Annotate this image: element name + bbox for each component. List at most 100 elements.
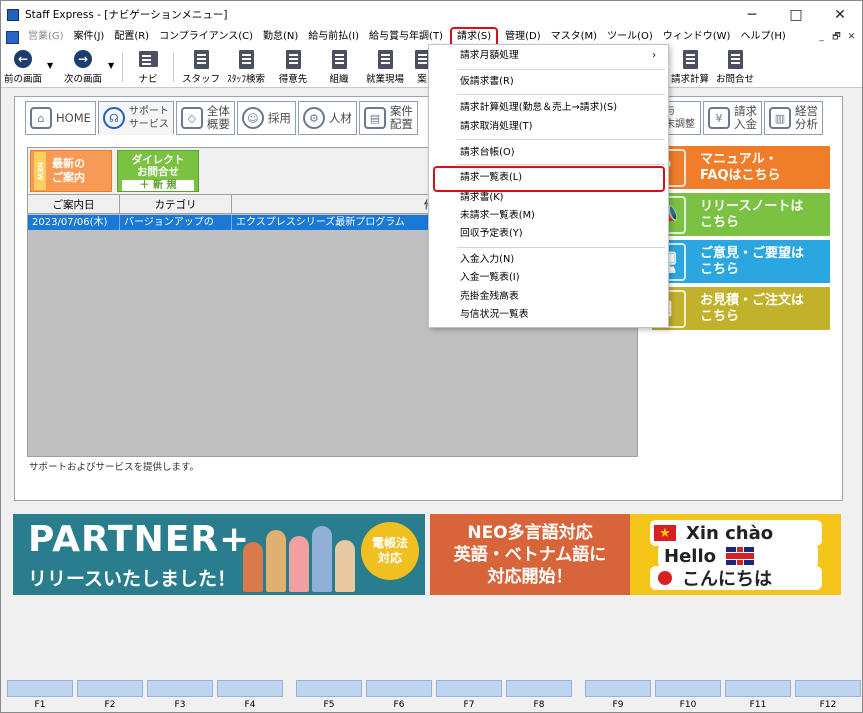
menu-item-invoice[interactable]: 請求書(K) — [429, 189, 668, 207]
menu-item-monthly-billing[interactable]: 請求月額処理 › — [429, 47, 668, 65]
tab-talent-label: 人材 — [328, 111, 352, 125]
column-header-category[interactable]: カテゴリ — [120, 195, 232, 213]
tab-case-placement[interactable]: ▤ 案件 配置 — [358, 101, 418, 135]
direct-inquiry-new: ＋ 新 規 — [122, 180, 194, 191]
close-button[interactable]: ✕ — [818, 1, 862, 28]
tab-talent[interactable]: ⚙ 人材 — [297, 101, 357, 135]
menu-item-billing-ledger[interactable]: 請求台帳(O) — [429, 144, 668, 162]
f7-key[interactable]: F7 — [436, 680, 502, 712]
f6-key[interactable]: F6 — [366, 680, 432, 712]
chevron-down-icon[interactable]: ▼ — [47, 61, 53, 70]
billing-calc-button[interactable]: 請求計算 — [669, 49, 711, 85]
maximize-button[interactable]: □ — [774, 1, 818, 28]
feedback-banner[interactable]: 🖥 ご意見・ご要望はこちら — [652, 240, 830, 283]
menu-case[interactable]: 案件(J) — [69, 28, 110, 46]
f2-key[interactable]: F2 — [77, 680, 143, 712]
staff-button[interactable]: スタッフ — [181, 49, 221, 85]
tab-case-placement-label: 案件 配置 — [389, 104, 413, 131]
mdi-minimize-button[interactable]: _ — [815, 30, 828, 43]
f8-key[interactable]: F8 — [506, 680, 572, 712]
organization-button[interactable]: 組織 — [321, 49, 357, 85]
next-screen-button[interactable]: → 次の画面 — [61, 49, 105, 85]
f9-key[interactable]: F9 — [585, 680, 651, 712]
neo-banner-text: NEO多言語対応 英語・ベトナム語に 対応開始！ — [453, 523, 607, 587]
arrow-left-icon: ← — [14, 50, 32, 68]
f1-key[interactable]: F1 — [7, 680, 73, 712]
menu-item-billing-cancel[interactable]: 請求取消処理(T) — [429, 118, 668, 136]
case-button[interactable]: 案 — [414, 49, 430, 85]
minimize-button[interactable]: ─ — [730, 1, 774, 28]
menu-item-collection-schedule[interactable]: 回収予定表(Y) — [429, 225, 668, 243]
tab-home[interactable]: ⌂ HOME — [25, 101, 96, 135]
inquiry-button[interactable]: お問合せ — [715, 49, 755, 85]
f11-key[interactable]: F11 — [725, 680, 791, 712]
people-illustration — [243, 518, 363, 592]
mdi-controls: _ 🗗 ✕ — [815, 30, 858, 43]
menu-item-billing-calc[interactable]: 請求計算処理(勤怠＆売上→請求)(S) — [429, 99, 668, 117]
menu-sales[interactable]: 営業(G) — [23, 28, 69, 46]
vietnam-flag-icon: ★ — [654, 525, 676, 541]
menu-help[interactable]: ヘルプ(H) — [735, 28, 790, 46]
overview-icon: ◇ — [180, 107, 203, 129]
menu-item-payment-entry[interactable]: 入金入力(N) — [429, 251, 668, 269]
tab-overview[interactable]: ◇ 全体 概要 — [175, 101, 235, 135]
tab-support[interactable]: ☊ サポート サービス — [97, 101, 174, 135]
menu-item-receivable-balance[interactable]: 売掛金残高表 — [429, 288, 668, 306]
manual-faq-banner[interactable]: ? マニュアル・FAQはこちら — [652, 146, 830, 189]
menu-compliance[interactable]: コンプライアンス(C) — [154, 28, 258, 46]
mdi-close-button[interactable]: ✕ — [845, 30, 858, 43]
worksite-button[interactable]: 就業現場 — [363, 49, 407, 85]
menu-item-unbilled-list[interactable]: 未請求一覧表(M) — [429, 207, 668, 225]
f12-key[interactable]: F12 — [795, 680, 861, 712]
direct-inquiry-line2: お問合せ — [137, 166, 179, 178]
chevron-down-icon[interactable]: ▼ — [108, 61, 114, 70]
latest-news-button[interactable]: NEW 最新の ご案内 — [30, 150, 112, 192]
yen-icon: ¥ — [708, 107, 730, 129]
next-screen-label: 次の画面 — [63, 74, 102, 85]
neo-multilingual-banner[interactable]: NEO多言語対応 英語・ベトナム語に 対応開始！ ★ Xin chào Hello… — [430, 514, 841, 595]
cell-date: 2023/07/06(木) — [28, 215, 120, 230]
menu-item-payment-list[interactable]: 入金一覧表(I) — [429, 269, 668, 287]
f10-key[interactable]: F10 — [655, 680, 721, 712]
f4-key[interactable]: F4 — [217, 680, 283, 712]
gear-person-icon: ⚙ — [302, 107, 325, 129]
menu-item-credit-status[interactable]: 与信状況一覧表 — [429, 306, 668, 324]
menu-item-billing-list[interactable]: 請求一覧表(L) — [433, 166, 665, 192]
menu-placement[interactable]: 配置(R) — [109, 28, 154, 46]
column-header-date[interactable]: ご案内日 — [28, 195, 120, 213]
menu-window[interactable]: ウィンドウ(W) — [658, 28, 736, 46]
f3-key[interactable]: F3 — [147, 680, 213, 712]
menu-item-provisional-invoice[interactable]: 仮請求書(R) — [429, 73, 668, 91]
menu-attendance[interactable]: 勤怠(N) — [258, 28, 303, 46]
tab-analysis[interactable]: ▥ 経営 分析 — [764, 101, 823, 135]
navi-button[interactable]: ナビ — [131, 49, 165, 85]
quote-order-banner[interactable]: 🖩 お見積・ご注文はこちら — [652, 287, 830, 330]
tab-billing-label: 請求 入金 — [734, 104, 757, 131]
client-label: 得意先 — [278, 74, 308, 85]
case-label: 案 — [417, 74, 427, 85]
greeting-vietnamese: ★ Xin chào — [650, 520, 822, 546]
release-note-banner[interactable]: 📣 リリースノートはこちら — [652, 193, 830, 236]
clipboard-icon: ▤ — [363, 107, 386, 129]
window-title: Staff Express - [ナビゲーションメニュー] — [25, 9, 228, 21]
direct-inquiry-button[interactable]: ダイレクト お問合せ ＋ 新 規 — [117, 150, 199, 192]
uk-flag-icon — [725, 547, 754, 565]
module-tabs-right: 給与 年末調整 ¥ 請求 入金 ▥ 経営 分析 — [651, 101, 825, 137]
prev-screen-button[interactable]: ← 前の画面 — [3, 49, 43, 85]
tab-billing[interactable]: ¥ 請求 入金 — [703, 101, 762, 135]
release-note-label: リリースノートは こちら — [700, 198, 804, 230]
side-banners: ? マニュアル・FAQはこちら 📣 リリースノートはこちら 🖥 ご意見・ご要望は… — [652, 146, 830, 334]
f5-key[interactable]: F5 — [296, 680, 362, 712]
greeting-japanese: こんにちは — [650, 566, 822, 590]
mdi-restore-button[interactable]: 🗗 — [830, 30, 843, 43]
headset-icon: ☊ — [102, 107, 125, 129]
partner-plus-banner[interactable]: PARTNER+ リリースいたしました！ 電帳法 対応 — [13, 514, 425, 595]
staff-search-button[interactable]: ｽﾀｯﾌ検索 — [223, 49, 269, 85]
client-button[interactable]: 得意先 — [273, 49, 313, 85]
tab-recruit[interactable]: ☺ 採用 — [236, 101, 296, 135]
staff-search-icon — [238, 49, 254, 69]
function-key-bar: F1 F2 F3 F4 F5 F6 F7 F8 F9 F10 F11 F12 — [1, 677, 862, 712]
menu-salary-advance[interactable]: 給与前払(I) — [303, 28, 364, 46]
billing-calc-icon — [682, 49, 698, 69]
system-menu-icon[interactable] — [6, 30, 19, 44]
